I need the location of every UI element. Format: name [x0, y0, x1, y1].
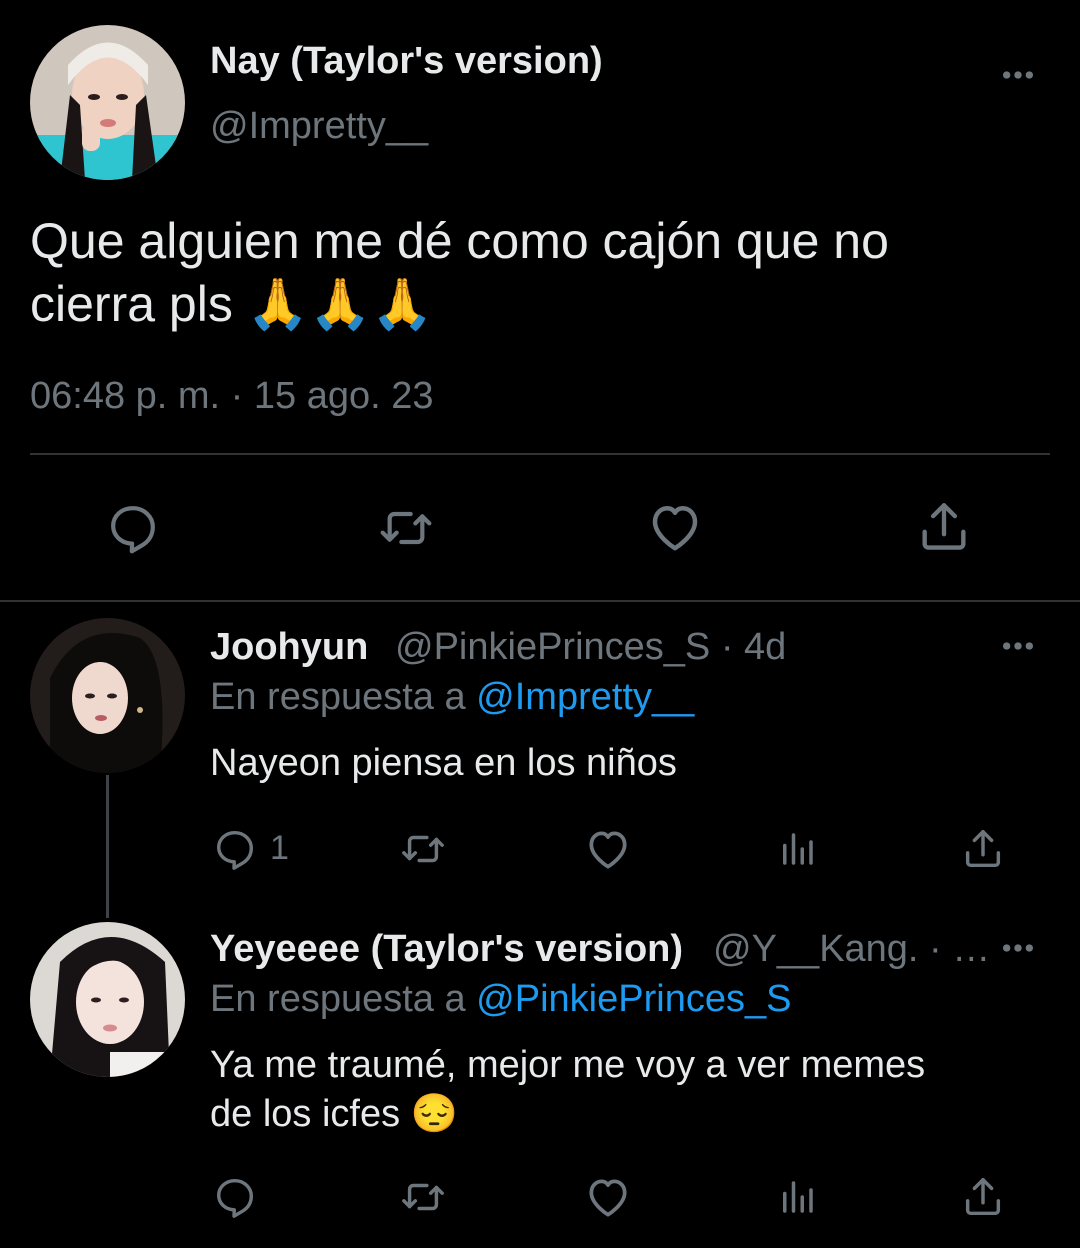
share-icon[interactable]	[960, 826, 1006, 872]
reply-context: En respuesta a @Impretty__	[210, 676, 694, 719]
reply-prefix: En respuesta a	[210, 978, 466, 1020]
author-name[interactable]: Yeyeeee (Taylor's version)	[210, 928, 683, 971]
author-handle[interactable]: @Impretty__	[210, 105, 428, 148]
more-icon[interactable]	[1001, 942, 1035, 954]
tweet-timestamp[interactable]: 06:48 p. m. · 15 ago. 23	[30, 375, 434, 418]
divider	[30, 453, 1050, 455]
reply-icon[interactable]	[105, 500, 161, 556]
more-icon[interactable]	[1001, 640, 1035, 652]
section-divider	[0, 600, 1080, 602]
like-icon[interactable]	[583, 824, 633, 874]
author-name[interactable]: Joohyun	[210, 626, 368, 669]
author-handle[interactable]: @Y__Kang. · …	[713, 928, 990, 971]
thread-line	[106, 775, 109, 918]
avatar[interactable]	[30, 25, 185, 180]
reply-text: Nayeon piensa en los niños	[210, 742, 677, 784]
avatar[interactable]	[30, 618, 185, 773]
retweet-icon[interactable]	[397, 1174, 449, 1220]
avatar[interactable]	[30, 922, 185, 1077]
reply-to-link[interactable]: @Impretty__	[476, 676, 694, 718]
author-handle[interactable]: @PinkiePrinces_S · 4d	[395, 626, 786, 669]
tweet-text-line-1: Que alguien me dé como cajón que no	[30, 213, 889, 269]
views-icon[interactable]	[776, 1176, 818, 1218]
author-name[interactable]: Nay (Taylor's version)	[210, 40, 603, 83]
reply-count: 1	[270, 829, 289, 867]
like-icon[interactable]	[583, 1172, 633, 1222]
share-icon[interactable]	[915, 498, 973, 556]
reply-icon[interactable]	[212, 826, 258, 872]
like-icon[interactable]	[645, 497, 705, 557]
reply-prefix: En respuesta a	[210, 676, 466, 718]
reply-context: En respuesta a @PinkiePrinces_S	[210, 978, 791, 1021]
retweet-icon[interactable]	[375, 500, 437, 556]
reply-text-line-1: Ya me traumé, mejor me voy a ver memes	[210, 1044, 926, 1086]
reply-icon[interactable]	[212, 1174, 258, 1220]
more-icon[interactable]	[1001, 69, 1035, 81]
share-icon[interactable]	[960, 1174, 1006, 1220]
reply-to-link[interactable]: @PinkiePrinces_S	[476, 978, 791, 1020]
tweet-text-line-2: cierra pls 🙏🙏🙏	[30, 276, 434, 332]
retweet-icon[interactable]	[397, 826, 449, 872]
views-icon[interactable]	[776, 828, 818, 870]
reply-text-line-2: de los icfes 😔	[210, 1093, 458, 1135]
